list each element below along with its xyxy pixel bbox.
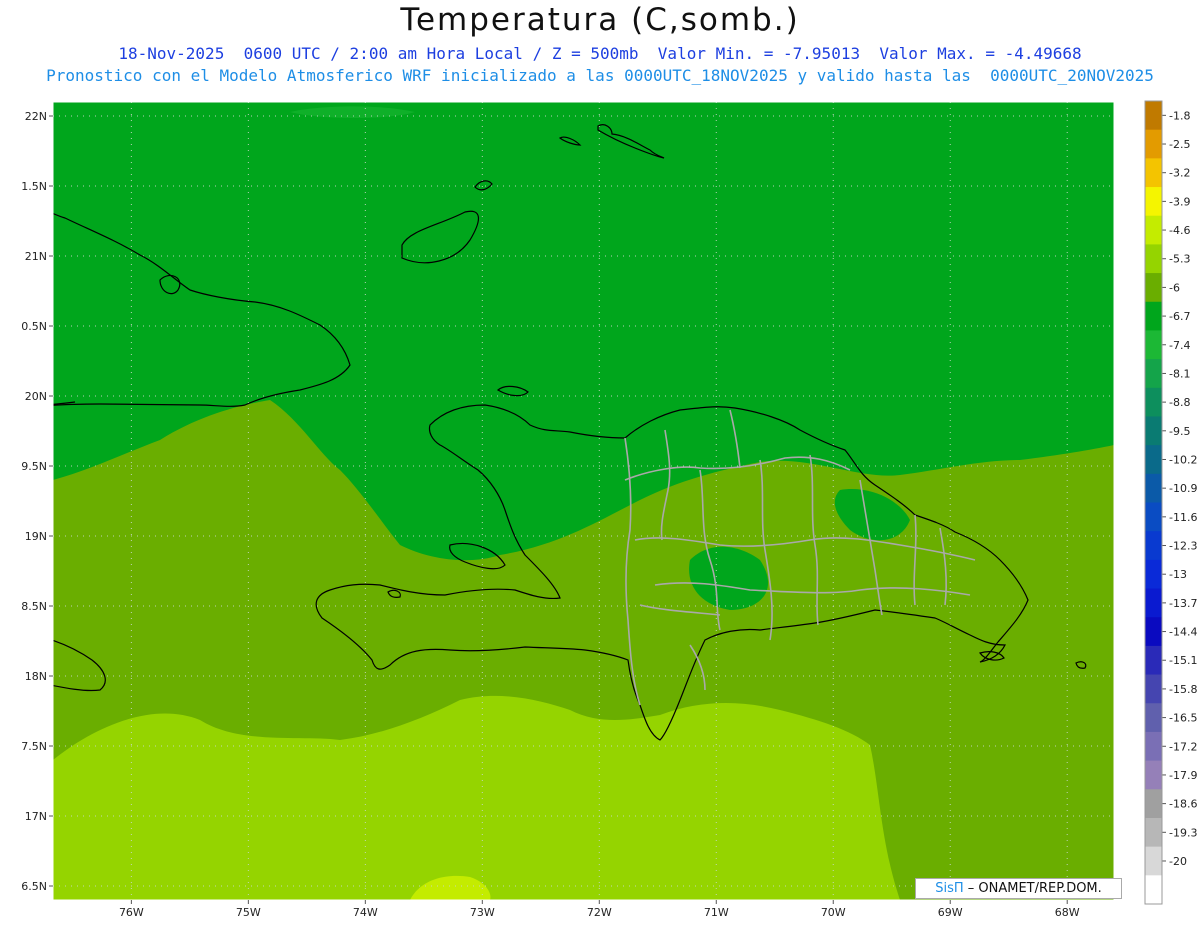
- lat-tick-label: 8.5N: [21, 600, 47, 613]
- colorbar-label: -2.5: [1169, 138, 1190, 151]
- colorbar-swatch: [1145, 473, 1162, 503]
- colorbar-label: -15.8: [1169, 683, 1197, 696]
- lon-tick-label: 75W: [236, 906, 261, 919]
- lon-tick-label: 69W: [938, 906, 963, 919]
- colorbar-label: -6: [1169, 281, 1180, 294]
- lat-tick-label: 1.5N: [21, 180, 47, 193]
- colorbar-label: -11.6: [1169, 511, 1197, 524]
- colorbar-label: -17.9: [1169, 769, 1197, 782]
- map-subtitle-date: 18-Nov-2025 0600 UTC / 2:00 am Hora Loca…: [118, 44, 1082, 63]
- colorbar-swatch: [1145, 502, 1162, 532]
- lon-tick-label: 74W: [353, 906, 378, 919]
- lat-tick-label: 20N: [25, 390, 47, 403]
- colorbar-swatch: [1145, 531, 1162, 561]
- colorbar-label: -13.7: [1169, 597, 1197, 610]
- colorbar-label: -19.3: [1169, 826, 1197, 839]
- colorbar-swatch: [1145, 846, 1162, 876]
- lon-tick-label: 68W: [1055, 906, 1080, 919]
- colorbar-label: -7.4: [1169, 339, 1190, 352]
- colorbar-label: -18.6: [1169, 798, 1197, 811]
- colorbar-swatch: [1145, 158, 1162, 188]
- colorbar: -1.8 -2.5 -3.2 -3.9 -4.6 -5.3 -6 -6.7 -7.4 -8.1 -8…: [1144, 100, 1197, 905]
- colorbar-label: -10.2: [1169, 453, 1197, 466]
- colorbar-swatch: [1145, 387, 1162, 417]
- colorbar-swatch: [1145, 244, 1162, 274]
- colorbar-swatch: [1145, 301, 1162, 331]
- colorbar-label: -14.4: [1169, 626, 1197, 639]
- colorbar-swatch: [1145, 789, 1162, 819]
- colorbar-swatch: [1145, 330, 1162, 360]
- colorbar-label: -5.3: [1169, 253, 1190, 266]
- colorbar-swatch: [1145, 731, 1162, 762]
- colorbar-label: -10.9: [1169, 482, 1197, 495]
- colorbar-swatch: [1145, 588, 1162, 618]
- colorbar-label: -12.3: [1169, 540, 1197, 553]
- colorbar-label: -13: [1169, 568, 1187, 581]
- lat-tick-label: 9.5N: [21, 460, 47, 473]
- colorbar-swatch: [1145, 129, 1162, 159]
- colorbar-swatch: [1145, 875, 1162, 905]
- temperature-map: 22N 1.5N 21N 0.5N 20N 9.5N 19N 8.5N 18N 7.5N 17N 6.…: [21, 100, 1197, 919]
- colorbar-label: -1.8: [1169, 109, 1190, 122]
- colorbar-label: -8.8: [1169, 396, 1190, 409]
- lat-tick-label: 19N: [25, 530, 47, 543]
- lat-tick-label: 7.5N: [21, 740, 47, 753]
- credit-brand: SisΠ: [935, 881, 964, 896]
- colorbar-label: -17.2: [1169, 740, 1197, 753]
- colorbar-label: -15.1: [1169, 654, 1197, 667]
- lat-tick-label: 18N: [25, 670, 47, 683]
- longitude-axis: 76W 75W 74W 73W 72W 71W 70W 69W 68W: [119, 900, 1080, 919]
- colorbar-swatch: [1145, 445, 1162, 475]
- map-title: Temperatura (C,somb.): [400, 2, 800, 38]
- colorbar-label: -20: [1169, 855, 1187, 868]
- colorbar-label: -3.2: [1169, 167, 1190, 180]
- colorbar-label: -9.5: [1169, 425, 1190, 438]
- colorbar-swatch: [1145, 273, 1162, 303]
- colorbar-label: -4.6: [1169, 224, 1190, 237]
- lat-tick-label: 0.5N: [21, 320, 47, 333]
- colorbar-swatch: [1145, 674, 1162, 704]
- map-subtitle-model: Pronostico con el Modelo Atmosferico WRF…: [46, 66, 1154, 85]
- lon-tick-label: 72W: [587, 906, 612, 919]
- lat-tick-label: 17N: [25, 810, 47, 823]
- colorbar-swatch: [1145, 760, 1162, 790]
- lon-tick-label: 76W: [119, 906, 144, 919]
- colorbar-label: -16.5: [1169, 712, 1197, 725]
- lon-tick-label: 71W: [704, 906, 729, 919]
- latitude-axis: 22N 1.5N 21N 0.5N 20N 9.5N 19N 8.5N 18N 7.5N 17N 6.…: [21, 110, 53, 893]
- colorbar-swatch: [1145, 101, 1162, 131]
- colorbar-label: -8.1: [1169, 367, 1190, 380]
- colorbar-label: -3.9: [1169, 195, 1190, 208]
- colorbar-swatch: [1145, 416, 1162, 446]
- credit-text: – ONAMET/REP.DOM.: [967, 881, 1102, 896]
- colorbar-swatch: [1145, 817, 1162, 848]
- credit-box: SisΠ – ONAMET/REP.DOM.: [915, 878, 1122, 899]
- temperature-field: [53, 102, 1114, 900]
- lat-tick-label: 21N: [25, 250, 47, 263]
- colorbar-swatch: [1145, 187, 1162, 217]
- colorbar-label: -6.7: [1169, 310, 1190, 323]
- lat-tick-label: 6.5N: [21, 880, 47, 893]
- colorbar-swatch: [1145, 617, 1162, 647]
- colorbar-swatch: [1145, 645, 1162, 676]
- colorbar-swatch: [1145, 703, 1162, 733]
- colorbar-swatch: [1145, 215, 1162, 245]
- lat-tick-label: 22N: [25, 110, 47, 123]
- colorbar-swatch: [1145, 559, 1162, 590]
- lon-tick-label: 73W: [470, 906, 495, 919]
- lon-tick-label: 70W: [821, 906, 846, 919]
- colorbar-swatch: [1145, 359, 1162, 389]
- field-band-south: [53, 695, 900, 900]
